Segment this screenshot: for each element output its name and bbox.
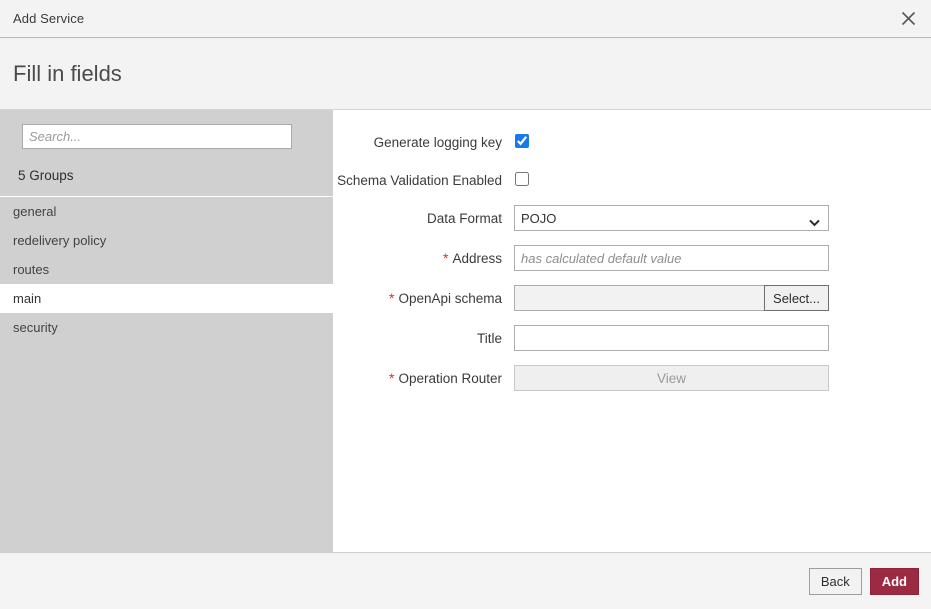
group-list: general redelivery policy routes main se… (0, 196, 333, 342)
field-label-text: Title (476, 331, 502, 346)
add-service-dialog: Add Service Fill in fields 5 Groups gene… (0, 0, 931, 609)
field-label-title: Title (333, 325, 514, 348)
field-control-generate-logging-key (514, 129, 829, 153)
sidebar-item-label: general (13, 204, 57, 219)
dialog-footer: Back Add (0, 553, 931, 609)
field-row-schema-validation-enabled: Schema Validation Enabled (333, 167, 931, 191)
back-button[interactable]: Back (808, 567, 862, 595)
field-control-openapi-schema: Select... (514, 285, 829, 311)
sidebar-item-security[interactable]: security (0, 313, 333, 342)
openapi-schema-input[interactable] (514, 285, 765, 311)
add-button[interactable]: Add (869, 567, 919, 595)
field-control-schema-validation-enabled (514, 167, 829, 191)
data-format-select[interactable]: POJO (514, 205, 829, 231)
search-input[interactable] (22, 124, 292, 149)
field-label-text: Generate logging key (373, 135, 502, 150)
address-input[interactable] (514, 245, 829, 271)
field-row-openapi-schema: * OpenApi schema Select... (333, 285, 931, 311)
field-label-text: OpenApi schema (398, 291, 502, 306)
field-row-address: * Address (333, 245, 931, 271)
operation-router-view-button[interactable]: View (514, 365, 829, 391)
field-label-schema-validation-enabled: Schema Validation Enabled (333, 167, 514, 190)
sidebar-item-general[interactable]: general (0, 197, 333, 226)
field-label-text: Schema Validation Enabled (337, 173, 502, 188)
field-control-title (514, 325, 829, 351)
group-count-label: 5 Groups (18, 168, 74, 183)
required-marker: * (388, 370, 395, 386)
sidebar-search-container (0, 110, 333, 149)
field-row-title: Title (333, 325, 931, 351)
required-marker: * (388, 290, 395, 306)
openapi-schema-select-button[interactable]: Select... (764, 285, 829, 311)
dialog-title: Add Service (13, 11, 85, 26)
sidebar-item-redelivery-policy[interactable]: redelivery policy (0, 226, 333, 255)
dialog-body: 5 Groups general redelivery policy route… (0, 110, 931, 553)
field-label-operation-router: * Operation Router (333, 365, 514, 388)
field-control-address (514, 245, 829, 271)
close-icon[interactable] (885, 0, 931, 37)
sidebar-item-routes[interactable]: routes (0, 255, 333, 284)
field-label-text: Data Format (426, 211, 502, 226)
groups-sidebar: 5 Groups general redelivery policy route… (0, 110, 333, 552)
sidebar-item-label: routes (13, 262, 50, 277)
field-label-data-format: Data Format (333, 205, 514, 228)
required-marker: * (443, 250, 449, 266)
field-label-text: Operation Router (398, 371, 502, 386)
sidebar-item-label: main (13, 291, 42, 306)
generate-logging-key-checkbox[interactable] (515, 134, 529, 148)
sidebar-item-label: security (13, 320, 58, 335)
title-input[interactable] (514, 325, 829, 351)
step-header: Fill in fields (0, 38, 931, 110)
fields-form: Generate logging key Schema Validation E… (333, 110, 931, 552)
sidebar-item-main[interactable]: main (0, 284, 333, 313)
field-control-data-format: POJO (514, 205, 829, 231)
sidebar-item-label: redelivery policy (13, 233, 107, 248)
field-label-address: * Address (333, 245, 514, 268)
page-title: Fill in fields (13, 60, 122, 86)
field-control-operation-router: View (514, 365, 829, 391)
dialog-titlebar: Add Service (0, 0, 931, 38)
field-row-generate-logging-key: Generate logging key (333, 129, 931, 153)
field-row-operation-router: * Operation Router View (333, 365, 931, 391)
field-label-generate-logging-key: Generate logging key (333, 129, 514, 152)
field-label-text: Address (452, 251, 502, 266)
field-row-data-format: Data Format POJO (333, 205, 931, 231)
schema-validation-enabled-checkbox[interactable] (515, 172, 529, 186)
field-label-openapi-schema: * OpenApi schema (333, 285, 514, 308)
